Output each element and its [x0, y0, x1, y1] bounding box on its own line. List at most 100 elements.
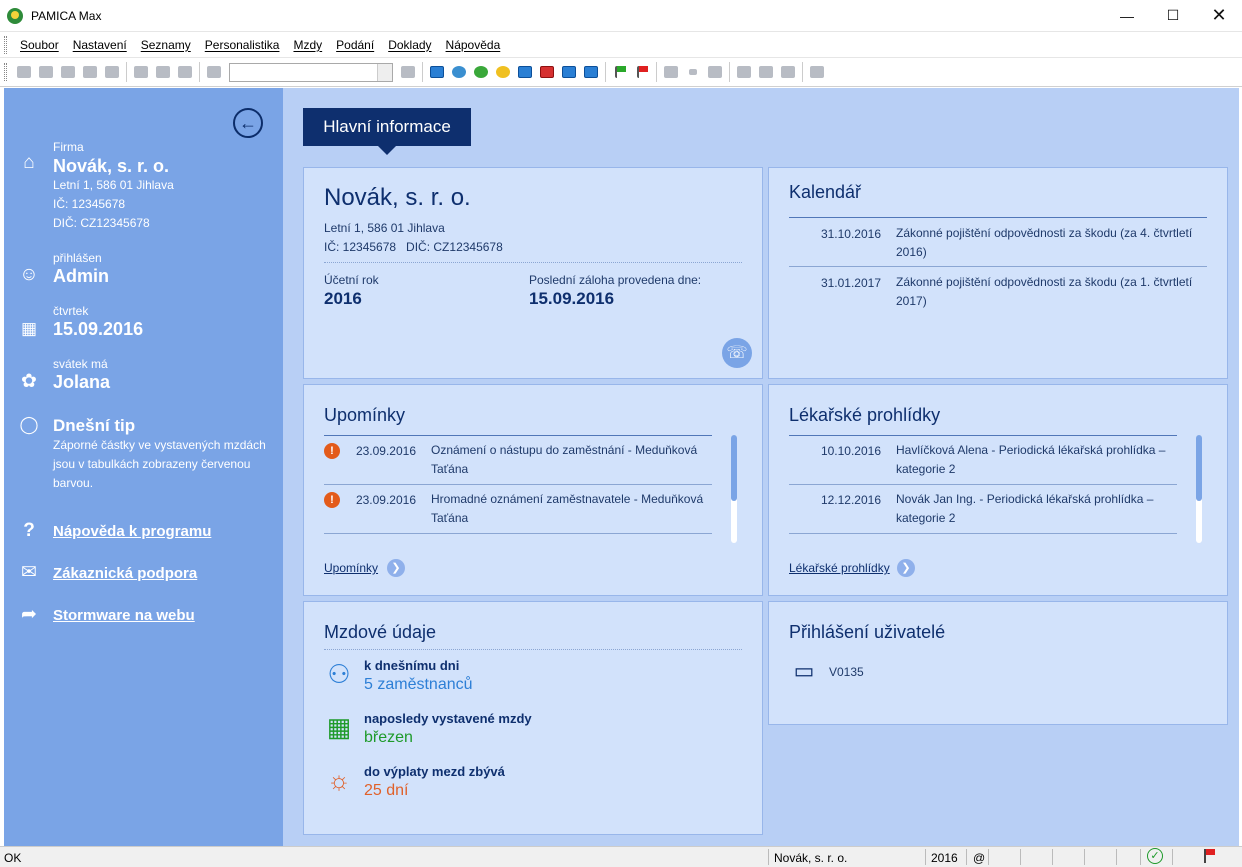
toolbar-list-icon[interactable] [756, 62, 776, 82]
reminders-link[interactable]: Upomínky [324, 561, 378, 575]
menu-mzdy[interactable]: Mzdy [286, 38, 329, 52]
reminders-scrollbar[interactable] [731, 435, 737, 543]
minimize-button[interactable]: — [1104, 0, 1150, 31]
status-bar: OK Novák, s. r. o. 2016 @ ✓ [0, 846, 1242, 867]
menu-napoveda[interactable]: Nápověda [439, 38, 508, 52]
toolbar-new-icon[interactable] [131, 62, 151, 82]
tab-hlavni-informace[interactable]: Hlavní informace [303, 108, 471, 155]
toolbar-flag-green-icon[interactable] [610, 62, 630, 82]
toolbar-calculator-icon[interactable] [705, 62, 725, 82]
toolbar-module-m2-icon[interactable] [515, 62, 535, 82]
toolbar-save-icon[interactable] [153, 62, 173, 82]
toolbar-folder-icon[interactable] [661, 62, 681, 82]
medical-link[interactable]: Lékařské prohlídky [789, 561, 890, 575]
year-value: 2016 [324, 289, 362, 308]
menu-seznamy[interactable]: Seznamy [134, 38, 198, 52]
toolbar-flag-red-icon[interactable] [632, 62, 652, 82]
toolbar-tool-icon[interactable] [14, 62, 34, 82]
arrow-right-icon[interactable]: ❯ [387, 559, 405, 577]
calendar-green-icon: ▦ [326, 712, 352, 742]
collapse-back-button[interactable]: ← [233, 108, 263, 138]
app-logo-icon [7, 7, 23, 24]
flower-icon: ✿ [21, 371, 37, 392]
toolbar-filter-icon[interactable] [398, 62, 418, 82]
calendar-text: Zákonné pojištění odpovědnosti za škodu … [896, 275, 1193, 308]
divider [324, 484, 712, 485]
toolbar-module-m3-icon[interactable] [559, 62, 579, 82]
employees-value: 5 zaměstnanců [364, 676, 473, 693]
reminder-text[interactable]: Hromadné oznámení zaměstnavatele - Meduň… [431, 490, 716, 528]
medical-date: 12.12.2016 [820, 493, 881, 507]
toolbar-employee-icon[interactable] [449, 62, 469, 82]
divider [789, 266, 1207, 267]
sun-icon: ☼ [327, 765, 351, 795]
calendar-icon: ▦ [20, 319, 38, 338]
stormware-logo-icon: ➦ [21, 604, 37, 625]
flag-red-icon[interactable] [1204, 849, 1216, 863]
arrow-left-icon: ← [239, 112, 257, 133]
reminder-text[interactable]: Oznámení o nástupu do zaměstnání - Meduň… [431, 441, 716, 479]
toolbar-copy-icon[interactable] [36, 62, 56, 82]
home-icon: ⌂ [23, 152, 35, 173]
toolbar-duplicate-icon[interactable] [204, 62, 224, 82]
toolbar-separator [656, 62, 657, 82]
firma-name: Novák, s. r. o. [53, 156, 170, 176]
toolbar-module-m-red-icon[interactable] [537, 62, 557, 82]
toolbar-separator [802, 62, 803, 82]
toolbar [0, 57, 1242, 87]
menu-personalistika[interactable]: Personalistika [198, 38, 287, 52]
help-link[interactable]: Nápověda k programu [53, 523, 211, 540]
users-panel: Přihlášení uživatelé ▭ V0135 [768, 601, 1228, 725]
phone-icon[interactable]: ☏ [722, 338, 752, 368]
toolbar-help-icon[interactable] [807, 62, 827, 82]
check-icon[interactable]: ✓ [1147, 848, 1163, 864]
scrollbar-thumb[interactable] [1196, 435, 1202, 501]
divider [789, 484, 1177, 485]
divider [1052, 849, 1053, 865]
menu-bar: Soubor Nastavení Seznamy Personalistika … [0, 31, 1242, 57]
people-icon: ⚇ [327, 659, 351, 689]
status-company: Novák, s. r. o. [774, 851, 848, 865]
toolbar-separator [199, 62, 200, 82]
firma-address: Letní 1, 586 01 Jihlava [53, 178, 174, 192]
day-label: čtvrtek [53, 304, 89, 318]
toolbar-module-m-icon[interactable] [427, 62, 447, 82]
menu-nastaveni[interactable]: Nastavení [66, 38, 134, 52]
menu-podani[interactable]: Podání [329, 38, 381, 52]
maximize-button[interactable]: ☐ [1150, 0, 1196, 31]
toolbar-separator [729, 62, 730, 82]
toolbar-module-m4-icon[interactable] [581, 62, 601, 82]
status-ok: OK [4, 851, 22, 865]
backup-label: Poslední záloha provedena dne: [529, 273, 702, 287]
toolbar-preview-icon[interactable] [80, 62, 100, 82]
arrow-right-icon[interactable]: ❯ [897, 559, 915, 577]
toolbar-person-yellow-icon[interactable] [493, 62, 513, 82]
toolbar-message-icon[interactable] [734, 62, 754, 82]
medical-text[interactable]: Havlíčková Alena - Periodická lékařská p… [896, 441, 1181, 479]
medical-scrollbar[interactable] [1196, 435, 1202, 543]
divider [1172, 849, 1173, 865]
divider [324, 649, 742, 650]
web-link[interactable]: Stormware na webu [53, 607, 195, 624]
monitor-icon: ▭ [793, 658, 815, 683]
company-address: Letní 1, 586 01 Jihlava [324, 221, 445, 235]
toolbar-print-icon[interactable] [58, 62, 78, 82]
toolbar-print-setup-icon[interactable] [102, 62, 122, 82]
toolbar-separator [422, 62, 423, 82]
divider [1116, 849, 1117, 865]
payroll-title: Mzdové údaje [324, 622, 437, 642]
scrollbar-thumb[interactable] [731, 435, 737, 501]
toolbar-folder-dropdown-icon[interactable] [683, 62, 703, 82]
support-link[interactable]: Zákaznická podpora [53, 565, 197, 582]
user-name: V0135 [829, 665, 864, 679]
toolbar-save-all-icon[interactable] [175, 62, 195, 82]
toolbar-filter-combo[interactable] [229, 62, 393, 82]
menu-doklady[interactable]: Doklady [381, 38, 438, 52]
last-payroll-value: březen [364, 729, 413, 746]
close-button[interactable]: ✕ [1196, 0, 1242, 31]
medical-text[interactable]: Novák Jan Ing. - Periodická lékařská pro… [896, 490, 1181, 528]
toolbar-person-green-icon[interactable] [471, 62, 491, 82]
toolbar-report-icon[interactable] [778, 62, 798, 82]
users-title: Přihlášení uživatelé [789, 622, 946, 642]
menu-soubor[interactable]: Soubor [13, 38, 66, 52]
